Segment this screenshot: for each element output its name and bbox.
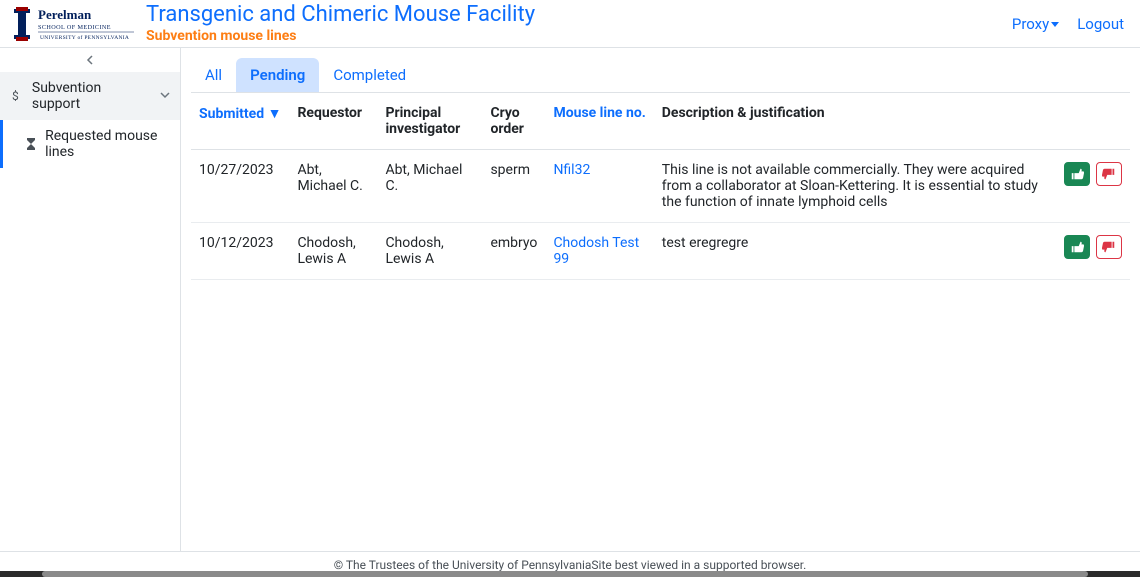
- sidebar-item-label: Requested mouse lines: [45, 128, 170, 160]
- perelman-logo: Perelman SCHOOL OF MEDICINE UNIVERSITY o…: [8, 5, 136, 43]
- column-description: Description & justification: [654, 93, 1050, 150]
- thumbs-up-icon: [1070, 167, 1084, 181]
- table-row: 10/27/2023 Abt, Michael C. Abt, Michael …: [191, 150, 1130, 223]
- reject-button[interactable]: [1096, 235, 1122, 259]
- cell-submitted: 10/27/2023: [191, 150, 289, 223]
- title-block: Transgenic and Chimeric Mouse Facility S…: [146, 2, 535, 45]
- page-title: Transgenic and Chimeric Mouse Facility: [146, 2, 535, 28]
- column-submitted-sort[interactable]: Submitted ▼: [199, 106, 281, 122]
- thumbs-down-icon: [1102, 240, 1116, 254]
- hourglass-icon: [25, 137, 37, 151]
- cell-description: test eregregre: [654, 223, 1050, 280]
- mouse-line-link[interactable]: Chodosh Test 99: [553, 235, 639, 267]
- svg-text:SCHOOL OF MEDICINE: SCHOOL OF MEDICINE: [38, 24, 111, 31]
- cell-requestor: Abt, Michael C.: [289, 150, 377, 223]
- column-pi: Principal investigator: [377, 93, 482, 150]
- proxy-dropdown[interactable]: Proxy: [1012, 15, 1059, 33]
- svg-text:$: $: [12, 89, 19, 103]
- column-cryo: Cryo order: [482, 93, 545, 150]
- logout-link[interactable]: Logout: [1077, 15, 1124, 33]
- page-subtitle: Subvention mouse lines: [146, 28, 535, 45]
- topbar: Perelman SCHOOL OF MEDICINE UNIVERSITY o…: [0, 0, 1140, 48]
- chevron-left-icon: [85, 55, 95, 65]
- chevron-down-icon: [160, 88, 170, 104]
- cell-pi: Chodosh, Lewis A: [377, 223, 482, 280]
- footer-text: © The Trustees of the University of Penn…: [334, 558, 807, 572]
- topbar-left: Perelman SCHOOL OF MEDICINE UNIVERSITY o…: [8, 2, 535, 45]
- svg-text:Perelman: Perelman: [38, 7, 92, 22]
- column-mouse-line-sort[interactable]: Mouse line no.: [553, 105, 645, 121]
- cell-submitted: 10/12/2023: [191, 223, 289, 280]
- tab-pending[interactable]: Pending: [236, 58, 319, 92]
- requests-table: Submitted ▼ Requestor Principal investig…: [191, 93, 1130, 280]
- approve-button[interactable]: [1064, 162, 1090, 186]
- dollar-icon: $: [10, 89, 24, 103]
- horizontal-scrollbar[interactable]: [0, 571, 1140, 577]
- layout: $ Subvention support Requested mouse lin…: [0, 48, 1140, 551]
- tab-all[interactable]: All: [191, 58, 236, 92]
- table-row: 10/12/2023 Chodosh, Lewis A Chodosh, Lew…: [191, 223, 1130, 280]
- reject-button[interactable]: [1096, 162, 1122, 186]
- sidebar-item-label: Subvention support: [32, 80, 152, 112]
- sidebar: $ Subvention support Requested mouse lin…: [0, 48, 181, 551]
- svg-text:UNIVERSITY of PENNSYLVANIA: UNIVERSITY of PENNSYLVANIA: [40, 34, 129, 41]
- sidebar-collapse-button[interactable]: [0, 48, 180, 72]
- proxy-label: Proxy: [1012, 15, 1049, 33]
- thumbs-down-icon: [1102, 167, 1116, 181]
- cell-pi: Abt, Michael C.: [377, 150, 482, 223]
- thumbs-up-icon: [1070, 240, 1084, 254]
- cell-cryo: sperm: [482, 150, 545, 223]
- column-requestor: Requestor: [289, 93, 377, 150]
- tab-completed[interactable]: Completed: [319, 58, 420, 92]
- approve-button[interactable]: [1064, 235, 1090, 259]
- sidebar-item-subvention-support[interactable]: $ Subvention support: [0, 72, 180, 120]
- scrollbar-thumb[interactable]: [42, 571, 1088, 577]
- sidebar-item-requested-mouse-lines[interactable]: Requested mouse lines: [0, 120, 180, 168]
- caret-down-icon: [1051, 22, 1059, 27]
- column-actions: [1050, 93, 1130, 150]
- cell-cryo: embryo: [482, 223, 545, 280]
- cell-description: This line is not available commercially.…: [654, 150, 1050, 223]
- topbar-right: Proxy Logout: [1012, 15, 1132, 33]
- cell-requestor: Chodosh, Lewis A: [289, 223, 377, 280]
- mouse-line-link[interactable]: Nfil32: [553, 162, 590, 178]
- tabs: All Pending Completed: [191, 58, 1130, 93]
- main-content: All Pending Completed Submitted ▼ Reques…: [181, 48, 1140, 551]
